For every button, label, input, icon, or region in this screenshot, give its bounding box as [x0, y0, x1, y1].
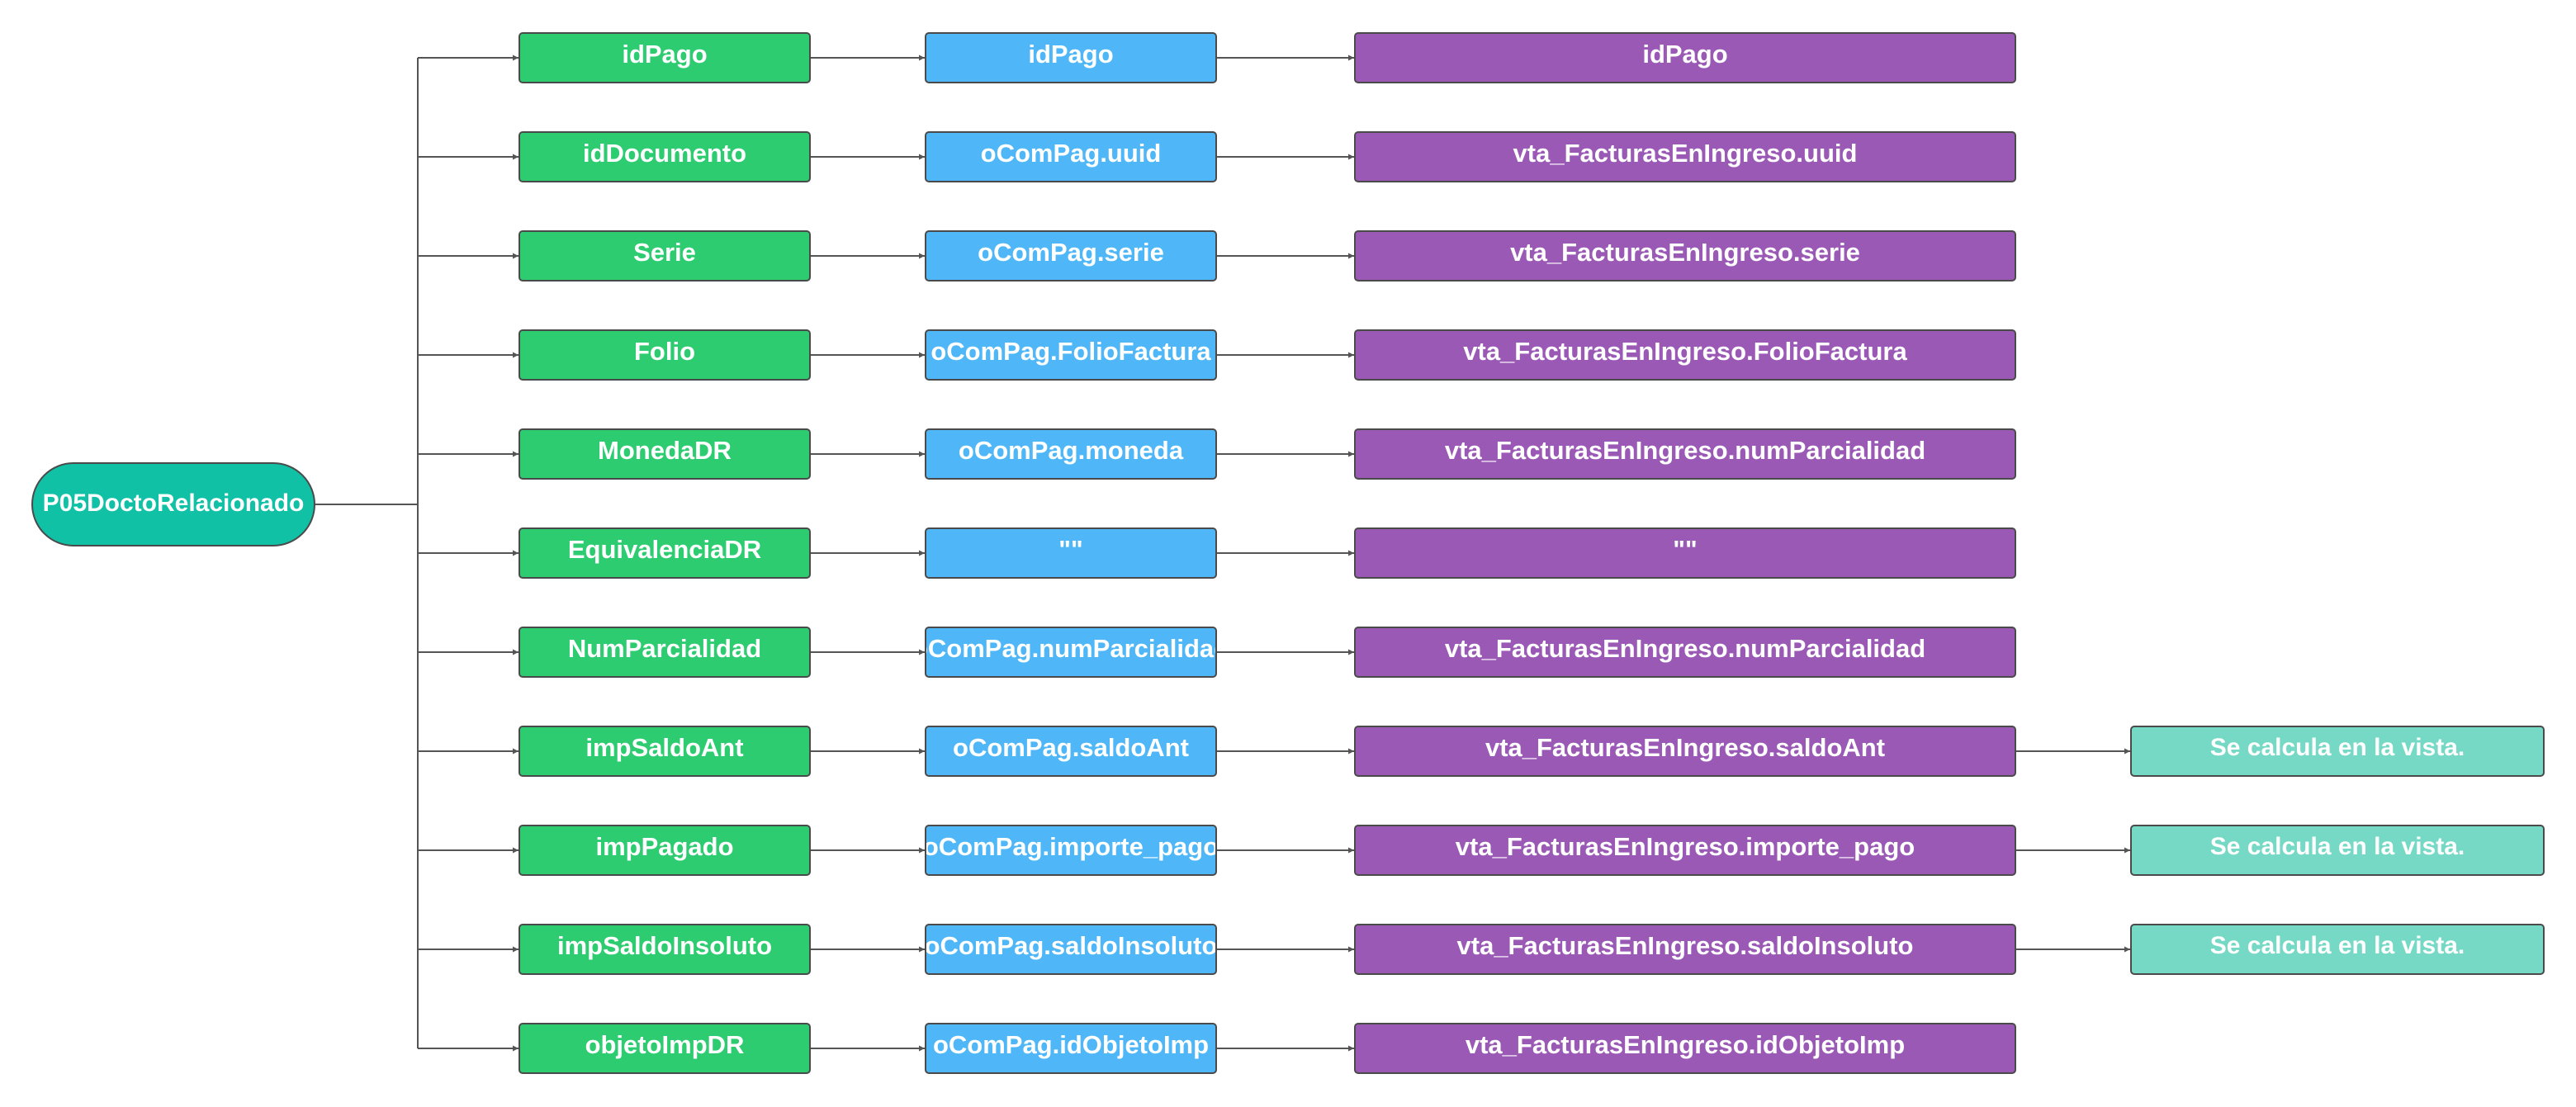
view-node: vta_FacturasEnIngreso.saldoAnt	[1354, 726, 2016, 777]
source-node: oComPag.moneda	[925, 428, 1217, 480]
field-node: Folio	[519, 329, 811, 381]
field-node: Serie	[519, 230, 811, 281]
field-node: impSaldoInsoluto	[519, 924, 811, 975]
source-node: oComPag.importe_pago	[925, 825, 1217, 876]
source-node: oComPag.numParcialidad	[925, 627, 1217, 678]
field-node: MonedaDR	[519, 428, 811, 480]
source-node: idPago	[925, 32, 1217, 83]
view-node: vta_FacturasEnIngreso.numParcialidad	[1354, 428, 2016, 480]
field-node: idDocumento	[519, 131, 811, 182]
view-node: idPago	[1354, 32, 2016, 83]
calculation-note-node: Se calcula en la vista.	[2130, 825, 2545, 876]
calculation-note-node: Se calcula en la vista.	[2130, 726, 2545, 777]
root-node: P05DoctoRelacionado	[31, 462, 315, 546]
source-node: oComPag.serie	[925, 230, 1217, 281]
field-node: EquivalenciaDR	[519, 527, 811, 579]
field-node: NumParcialidad	[519, 627, 811, 678]
view-node: vta_FacturasEnIngreso.uuid	[1354, 131, 2016, 182]
view-node: vta_FacturasEnIngreso.importe_pago	[1354, 825, 2016, 876]
source-node: oComPag.saldoInsoluto	[925, 924, 1217, 975]
source-node: oComPag.uuid	[925, 131, 1217, 182]
view-node: ""	[1354, 527, 2016, 579]
field-node: objetoImpDR	[519, 1023, 811, 1074]
field-node: impSaldoAnt	[519, 726, 811, 777]
view-node: vta_FacturasEnIngreso.FolioFactura	[1354, 329, 2016, 381]
source-node: oComPag.idObjetoImp	[925, 1023, 1217, 1074]
view-node: vta_FacturasEnIngreso.saldoInsoluto	[1354, 924, 2016, 975]
field-node: impPagado	[519, 825, 811, 876]
field-node: idPago	[519, 32, 811, 83]
source-node: ""	[925, 527, 1217, 579]
source-node: oComPag.saldoAnt	[925, 726, 1217, 777]
view-node: vta_FacturasEnIngreso.serie	[1354, 230, 2016, 281]
view-node: vta_FacturasEnIngreso.numParcialidad	[1354, 627, 2016, 678]
view-node: vta_FacturasEnIngreso.idObjetoImp	[1354, 1023, 2016, 1074]
calculation-note-node: Se calcula en la vista.	[2130, 924, 2545, 975]
mapping-diagram: P05DoctoRelacionado idPago idPago idPago id…	[0, 0, 2576, 1107]
source-node: oComPag.FolioFactura	[925, 329, 1217, 381]
